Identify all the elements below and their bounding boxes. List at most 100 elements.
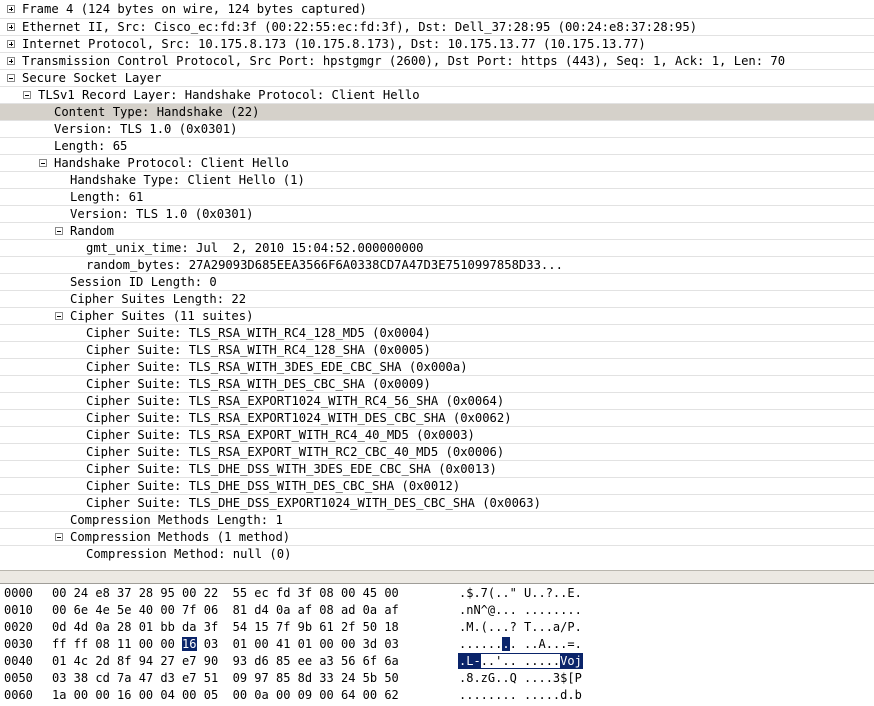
packet-details-tree[interactable]: Frame 4 (124 bytes on wire, 124 bytes ca… [0, 0, 874, 570]
collapse-icon[interactable] [55, 312, 63, 320]
tree-row[interactable]: Transmission Control Protocol, Src Port:… [0, 52, 874, 69]
packet-inspector: Frame 4 (124 bytes on wire, 124 bytes ca… [0, 0, 874, 706]
tree-row-label: Cipher Suite: TLS_RSA_EXPORT1024_WITH_DE… [86, 411, 512, 425]
tree-row-label: Length: 61 [70, 190, 144, 204]
tree-row[interactable]: gmt_unix_time: Jul 2, 2010 15:04:52.0000… [0, 239, 874, 256]
hex-ascii[interactable]: .nN^@... ........ [459, 602, 582, 619]
tree-row[interactable]: Compression Method: null (0) [0, 545, 874, 562]
tree-row[interactable]: Length: 61 [0, 188, 874, 205]
hex-bytes[interactable]: 03 38 cd 7a 47 d3 e7 51 09 97 85 8d 33 2… [52, 670, 399, 687]
record-highlight-start: .L- [459, 654, 481, 668]
collapse-icon[interactable] [55, 533, 63, 541]
collapse-icon[interactable] [55, 227, 63, 235]
tree-row[interactable]: Secure Socket Layer [0, 69, 874, 86]
expand-icon[interactable] [7, 57, 15, 65]
selected-byte: 16 [182, 637, 197, 651]
tree-row[interactable]: Cipher Suite: TLS_RSA_WITH_RC4_128_MD5 (… [0, 324, 874, 341]
record-highlight-end: Voj [560, 654, 582, 668]
tree-row-label: Cipher Suite: TLS_RSA_WITH_3DES_EDE_CBC_… [86, 360, 468, 374]
packet-bytes-pane[interactable]: 0000 00 24 e8 37 28 95 00 22 55 ec fd 3f … [0, 584, 874, 706]
tree-row[interactable]: Cipher Suite: TLS_RSA_EXPORT1024_WITH_RC… [0, 392, 874, 409]
tree-row[interactable]: Content Type: Handshake (22) [0, 103, 874, 120]
tree-row-label: gmt_unix_time: Jul 2, 2010 15:04:52.0000… [86, 241, 424, 255]
collapse-icon[interactable] [23, 91, 31, 99]
tree-row[interactable]: Handshake Type: Client Hello (1) [0, 171, 874, 188]
hex-bytes[interactable]: 1a 00 00 16 00 04 00 05 00 0a 00 09 00 6… [52, 687, 399, 704]
tree-row-label: Cipher Suite: TLS_DHE_DSS_EXPORT1024_WIT… [86, 496, 541, 510]
hex-ascii[interactable]: ........ .....d.b [459, 687, 582, 704]
tree-row-label: Transmission Control Protocol, Src Port:… [22, 54, 786, 68]
hex-bytes[interactable]: 00 24 e8 37 28 95 00 22 55 ec fd 3f 08 0… [52, 585, 399, 602]
tree-row[interactable]: Ethernet II, Src: Cisco_ec:fd:3f (00:22:… [0, 18, 874, 35]
tree-row[interactable]: Cipher Suite: TLS_RSA_WITH_RC4_128_SHA (… [0, 341, 874, 358]
tree-row[interactable]: Random [0, 222, 874, 239]
tree-row-label: Internet Protocol, Src: 10.175.8.173 (10… [22, 37, 646, 51]
tree-row[interactable]: Cipher Suite: TLS_RSA_EXPORT_WITH_RC2_CB… [0, 443, 874, 460]
hex-row: 0010 00 6e 4e 5e 40 00 7f 06 81 d4 0a af … [0, 602, 874, 619]
tree-row-label: Version: TLS 1.0 (0x0301) [70, 207, 254, 221]
tree-row-label: Handshake Type: Client Hello (1) [70, 173, 305, 187]
tree-row[interactable]: Cipher Suite: TLS_DHE_DSS_WITH_3DES_EDE_… [0, 460, 874, 477]
tree-row[interactable]: Cipher Suite: TLS_DHE_DSS_EXPORT1024_WIT… [0, 494, 874, 511]
tree-row[interactable]: Compression Methods Length: 1 [0, 511, 874, 528]
hex-offset: 0010 [4, 603, 33, 617]
tree-row[interactable]: Length: 65 [0, 137, 874, 154]
hex-bytes[interactable]: ff ff 08 11 00 00 16 03 01 00 41 01 00 0… [52, 636, 399, 653]
hex-ascii[interactable]: .L-..'.. .....Voj [458, 653, 583, 670]
expand-icon[interactable] [7, 40, 15, 48]
tree-row[interactable]: Cipher Suite: TLS_RSA_EXPORT1024_WITH_DE… [0, 409, 874, 426]
collapse-icon[interactable] [7, 74, 15, 82]
tree-row-label: Session ID Length: 0 [70, 275, 217, 289]
tree-row-label: Compression Methods Length: 1 [70, 513, 283, 527]
hex-offset: 0000 [4, 586, 33, 600]
tree-row[interactable]: Version: TLS 1.0 (0x0301) [0, 205, 874, 222]
pane-splitter[interactable] [0, 570, 874, 584]
hex-ascii[interactable]: .M.(...? T...a/P. [459, 619, 582, 636]
tree-row[interactable]: TLSv1 Record Layer: Handshake Protocol: … [0, 86, 874, 103]
tree-row-label: Cipher Suite: TLS_RSA_EXPORT_WITH_RC4_40… [86, 428, 475, 442]
tree-row[interactable]: Cipher Suite: TLS_RSA_EXPORT_WITH_RC4_40… [0, 426, 874, 443]
tree-row-label: random_bytes: 27A29093D685EEA3566F6A0338… [86, 258, 563, 272]
hex-bytes[interactable]: 0d 4d 0a 28 01 bb da 3f 54 15 7f 9b 61 2… [52, 619, 399, 636]
record-highlight-span: ..'.. ..... [480, 654, 561, 669]
selected-char: . [502, 637, 510, 651]
tree-row-label: Cipher Suites Length: 22 [70, 292, 247, 306]
hex-row: 0050 03 38 cd 7a 47 d3 e7 51 09 97 85 8d … [0, 670, 874, 687]
tree-row[interactable]: Cipher Suite: TLS_RSA_WITH_3DES_EDE_CBC_… [0, 358, 874, 375]
tree-row-label: Ethernet II, Src: Cisco_ec:fd:3f (00:22:… [22, 20, 698, 34]
tree-row[interactable]: random_bytes: 27A29093D685EEA3566F6A0338… [0, 256, 874, 273]
tree-row[interactable]: Compression Methods (1 method) [0, 528, 874, 545]
tree-row[interactable]: Session ID Length: 0 [0, 273, 874, 290]
hex-row: 0020 0d 4d 0a 28 01 bb da 3f 54 15 7f 9b … [0, 619, 874, 636]
hex-ascii[interactable]: .8.zG..Q ....3$[P [459, 670, 582, 687]
tree-row-label: Random [70, 224, 115, 238]
collapse-icon[interactable] [39, 159, 47, 167]
tree-row[interactable]: Frame 4 (124 bytes on wire, 124 bytes ca… [0, 1, 874, 18]
tree-row-label: Cipher Suite: TLS_RSA_WITH_DES_CBC_SHA (… [86, 377, 431, 391]
hex-row: 0000 00 24 e8 37 28 95 00 22 55 ec fd 3f … [0, 585, 874, 602]
hex-bytes[interactable]: 01 4c 2d 8f 94 27 e7 90 93 d6 85 ee a3 5… [52, 653, 399, 670]
tree-row[interactable]: Handshake Protocol: Client Hello [0, 154, 874, 171]
record-highlight: .L-..'.. .....Voj [458, 653, 583, 669]
expand-icon[interactable] [7, 23, 15, 31]
hex-bytes[interactable]: 00 6e 4e 5e 40 00 7f 06 81 d4 0a af 08 a… [52, 602, 399, 619]
tree-row[interactable]: Cipher Suite: TLS_DHE_DSS_WITH_DES_CBC_S… [0, 477, 874, 494]
hex-ascii[interactable]: .$.7(.." U..?..E. [459, 585, 582, 602]
tree-row[interactable]: Cipher Suite: TLS_RSA_WITH_DES_CBC_SHA (… [0, 375, 874, 392]
tree-row-label: Handshake Protocol: Client Hello [54, 156, 289, 170]
tree-row[interactable]: Cipher Suites Length: 22 [0, 290, 874, 307]
tree-row-label: Compression Method: null (0) [86, 547, 292, 561]
tree-row[interactable]: Version: TLS 1.0 (0x0301) [0, 120, 874, 137]
hex-row: 0040 01 4c 2d 8f 94 27 e7 90 93 d6 85 ee … [0, 653, 874, 670]
tree-row-label: Cipher Suite: TLS_DHE_DSS_WITH_3DES_EDE_… [86, 462, 497, 476]
hex-row: 0060 1a 00 00 16 00 04 00 05 00 0a 00 09 … [0, 687, 874, 704]
tree-row[interactable]: Cipher Suites (11 suites) [0, 307, 874, 324]
hex-offset: 0050 [4, 671, 33, 685]
tree-row[interactable]: Internet Protocol, Src: 10.175.8.173 (10… [0, 35, 874, 52]
tree-row-label: Cipher Suites (11 suites) [70, 309, 254, 323]
hex-ascii[interactable]: ........ ..A...=. [459, 636, 582, 653]
hex-offset: 0030 [4, 637, 33, 651]
tree-row-label: Cipher Suite: TLS_RSA_EXPORT1024_WITH_RC… [86, 394, 505, 408]
hex-offset: 0020 [4, 620, 33, 634]
expand-icon[interactable] [7, 5, 15, 13]
